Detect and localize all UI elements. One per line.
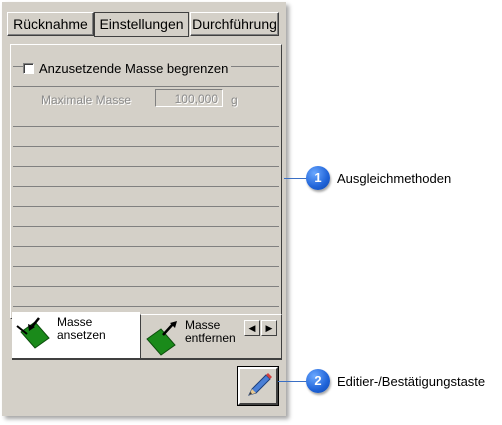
mass-remove-icon: [146, 321, 177, 356]
limit-mass-checkbox[interactable]: [23, 62, 34, 74]
mass-apply-icon: [16, 317, 50, 349]
tab-einstellungen[interactable]: Einstellungen: [94, 12, 189, 37]
grid-line: [13, 266, 279, 267]
tab-masse-ansetzen[interactable]: Masse ansetzen: [12, 312, 140, 358]
grid-line: [13, 246, 279, 247]
grid-line: [13, 186, 279, 187]
callout-2-badge: 2: [306, 369, 330, 393]
grid-line: [13, 206, 279, 207]
tab-durchfuehrung[interactable]: Durchführung: [190, 12, 279, 36]
grid-line: [13, 126, 279, 127]
pencil-icon: [248, 373, 272, 396]
callout-2-text: Editier-/Bestätigungstaste: [337, 374, 486, 389]
grid-line: [13, 146, 279, 147]
callout-1-text: Ausgleichmethoden: [337, 171, 452, 186]
grid-line: [13, 86, 279, 87]
grid-line: [13, 286, 279, 287]
settings-content: Anzusetzende Masse begrenzen Maximale Ma…: [10, 44, 282, 319]
limit-mass-label: Anzusetzende Masse begrenzen: [39, 60, 229, 76]
bottom-tab-border: [12, 358, 140, 360]
tab-masse-entfernen-label: Masse entfernen: [185, 318, 236, 345]
limit-mass-checkbox-row[interactable]: Anzusetzende Masse begrenzen: [23, 59, 232, 77]
chevron-right-icon: ▶: [265, 323, 273, 333]
chevron-left-icon: ◀: [248, 323, 256, 333]
tab-scroll-left-button[interactable]: ◀: [244, 320, 260, 336]
tab-scroll-right-button[interactable]: ▶: [261, 320, 277, 336]
callout-1-badge: 1: [306, 166, 330, 190]
tab-ruecknahme[interactable]: Rücknahme: [7, 12, 94, 36]
grid-line: [13, 166, 279, 167]
max-mass-unit: g: [231, 93, 238, 107]
grid-line: [13, 306, 279, 307]
grid-line: [13, 226, 279, 227]
dialog-panel: Rücknahme Einstellungen Durchführung Anz…: [2, 2, 286, 416]
edit-confirm-button[interactable]: [237, 366, 279, 406]
max-mass-input[interactable]: 100,000: [155, 89, 223, 107]
tab-masse-ansetzen-label: Masse ansetzen: [57, 315, 106, 342]
max-mass-label: Maximale Masse: [41, 93, 132, 107]
